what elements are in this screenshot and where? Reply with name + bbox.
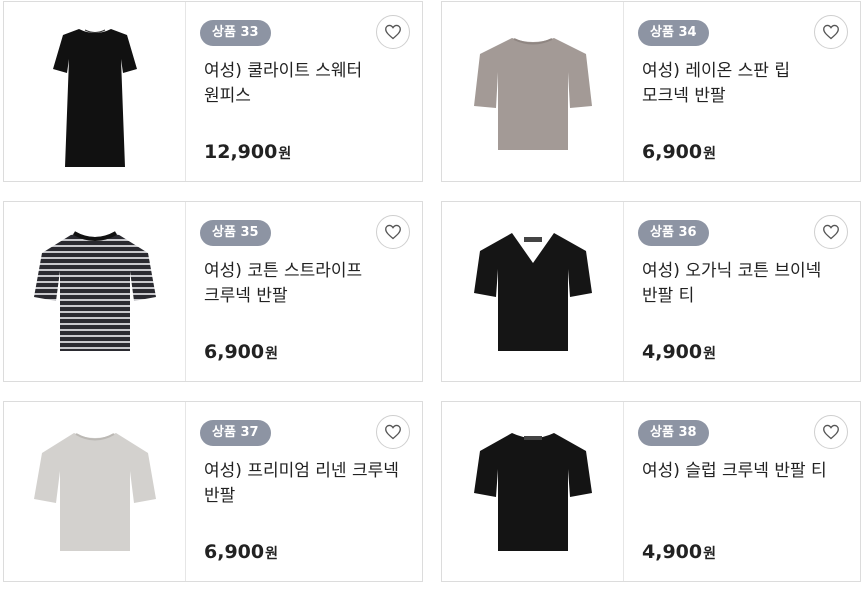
product-info: 상품 38 여성) 슬럽 크루넥 반팔 티 4,900원 [638,402,860,581]
product-price: 12,900원 [204,141,291,163]
product-card[interactable]: 상품 33 여성) 쿨라이트 스웨터 원피스 12,900원 [3,1,423,182]
favorite-button[interactable] [814,15,848,49]
product-title[interactable]: 여성) 오가닉 코튼 브이넥 반팔 티 [642,259,842,309]
heart-icon [823,224,839,240]
product-price: 4,900원 [642,341,716,363]
product-info: 상품 34 여성) 레이온 스판 립 모크넥 반팔 6,900원 [638,2,860,181]
black-dress-icon [52,28,137,167]
heart-icon [385,224,401,240]
product-card[interactable]: 상품 35 여성) 코튼 스트라이프 크루넥 반팔 6,900원 [3,201,423,382]
product-title[interactable]: 여성) 슬럽 크루넥 반팔 티 [642,459,842,484]
price-value: 4,900 [642,341,703,363]
product-image[interactable] [442,402,624,581]
product-title[interactable]: 여성) 프리미엄 리넨 크루넥 반팔 [204,459,404,509]
product-card[interactable]: 상품 34 여성) 레이온 스판 립 모크넥 반팔 6,900원 [441,1,861,182]
price-unit: 원 [265,546,278,562]
favorite-button[interactable] [814,215,848,249]
price-value: 6,900 [204,541,265,563]
product-price: 6,900원 [642,141,716,163]
product-badge: 상품 35 [200,220,271,246]
product-grid: 상품 33 여성) 쿨라이트 스웨터 원피스 12,900원 상품 34 여성)… [0,0,865,596]
price-unit: 원 [703,146,716,162]
product-image[interactable] [4,402,186,581]
product-image[interactable] [442,202,624,381]
product-card[interactable]: 상품 36 여성) 오가닉 코튼 브이넥 반팔 티 4,900원 [441,201,861,382]
product-info: 상품 33 여성) 쿨라이트 스웨터 원피스 12,900원 [200,2,422,181]
product-badge: 상품 36 [638,220,709,246]
product-title[interactable]: 여성) 쿨라이트 스웨터 원피스 [204,59,404,109]
product-price: 6,900원 [204,341,278,363]
heart-icon [385,24,401,40]
favorite-button[interactable] [376,15,410,49]
product-info: 상품 35 여성) 코튼 스트라이프 크루넥 반팔 6,900원 [200,202,422,381]
product-card[interactable]: 상품 37 여성) 프리미엄 리넨 크루넥 반팔 6,900원 [3,401,423,582]
heart-icon [823,24,839,40]
product-title[interactable]: 여성) 코튼 스트라이프 크루넥 반팔 [204,259,404,309]
product-title[interactable]: 여성) 레이온 스판 립 모크넥 반팔 [642,59,842,109]
product-image[interactable] [442,2,624,181]
price-value: 6,900 [642,141,703,163]
taupe-tshirt-icon [473,37,592,150]
price-unit: 원 [703,546,716,562]
product-badge: 상품 34 [638,20,709,46]
price-unit: 원 [278,146,292,162]
product-image[interactable] [4,2,186,181]
favorite-button[interactable] [376,215,410,249]
product-price: 4,900원 [642,541,716,563]
heart-icon [823,424,839,440]
light-gray-tshirt-icon [33,432,156,551]
heart-icon [385,424,401,440]
product-card[interactable]: 상품 38 여성) 슬럽 크루넥 반팔 티 4,900원 [441,401,861,582]
striped-tshirt-icon [33,230,156,351]
price-value: 4,900 [642,541,703,563]
price-unit: 원 [265,346,278,362]
product-image[interactable] [4,202,186,381]
product-badge: 상품 37 [200,420,271,446]
product-badge: 상품 38 [638,420,709,446]
product-info: 상품 36 여성) 오가닉 코튼 브이넥 반팔 티 4,900원 [638,202,860,381]
product-badge: 상품 33 [200,20,271,46]
black-vneck-icon [473,232,592,351]
product-price: 6,900원 [204,541,278,563]
price-unit: 원 [703,346,716,362]
price-value: 12,900 [204,141,278,163]
product-info: 상품 37 여성) 프리미엄 리넨 크루넥 반팔 6,900원 [200,402,422,581]
favorite-button[interactable] [814,415,848,449]
price-value: 6,900 [204,341,265,363]
black-crewneck-icon [473,432,592,551]
favorite-button[interactable] [376,415,410,449]
